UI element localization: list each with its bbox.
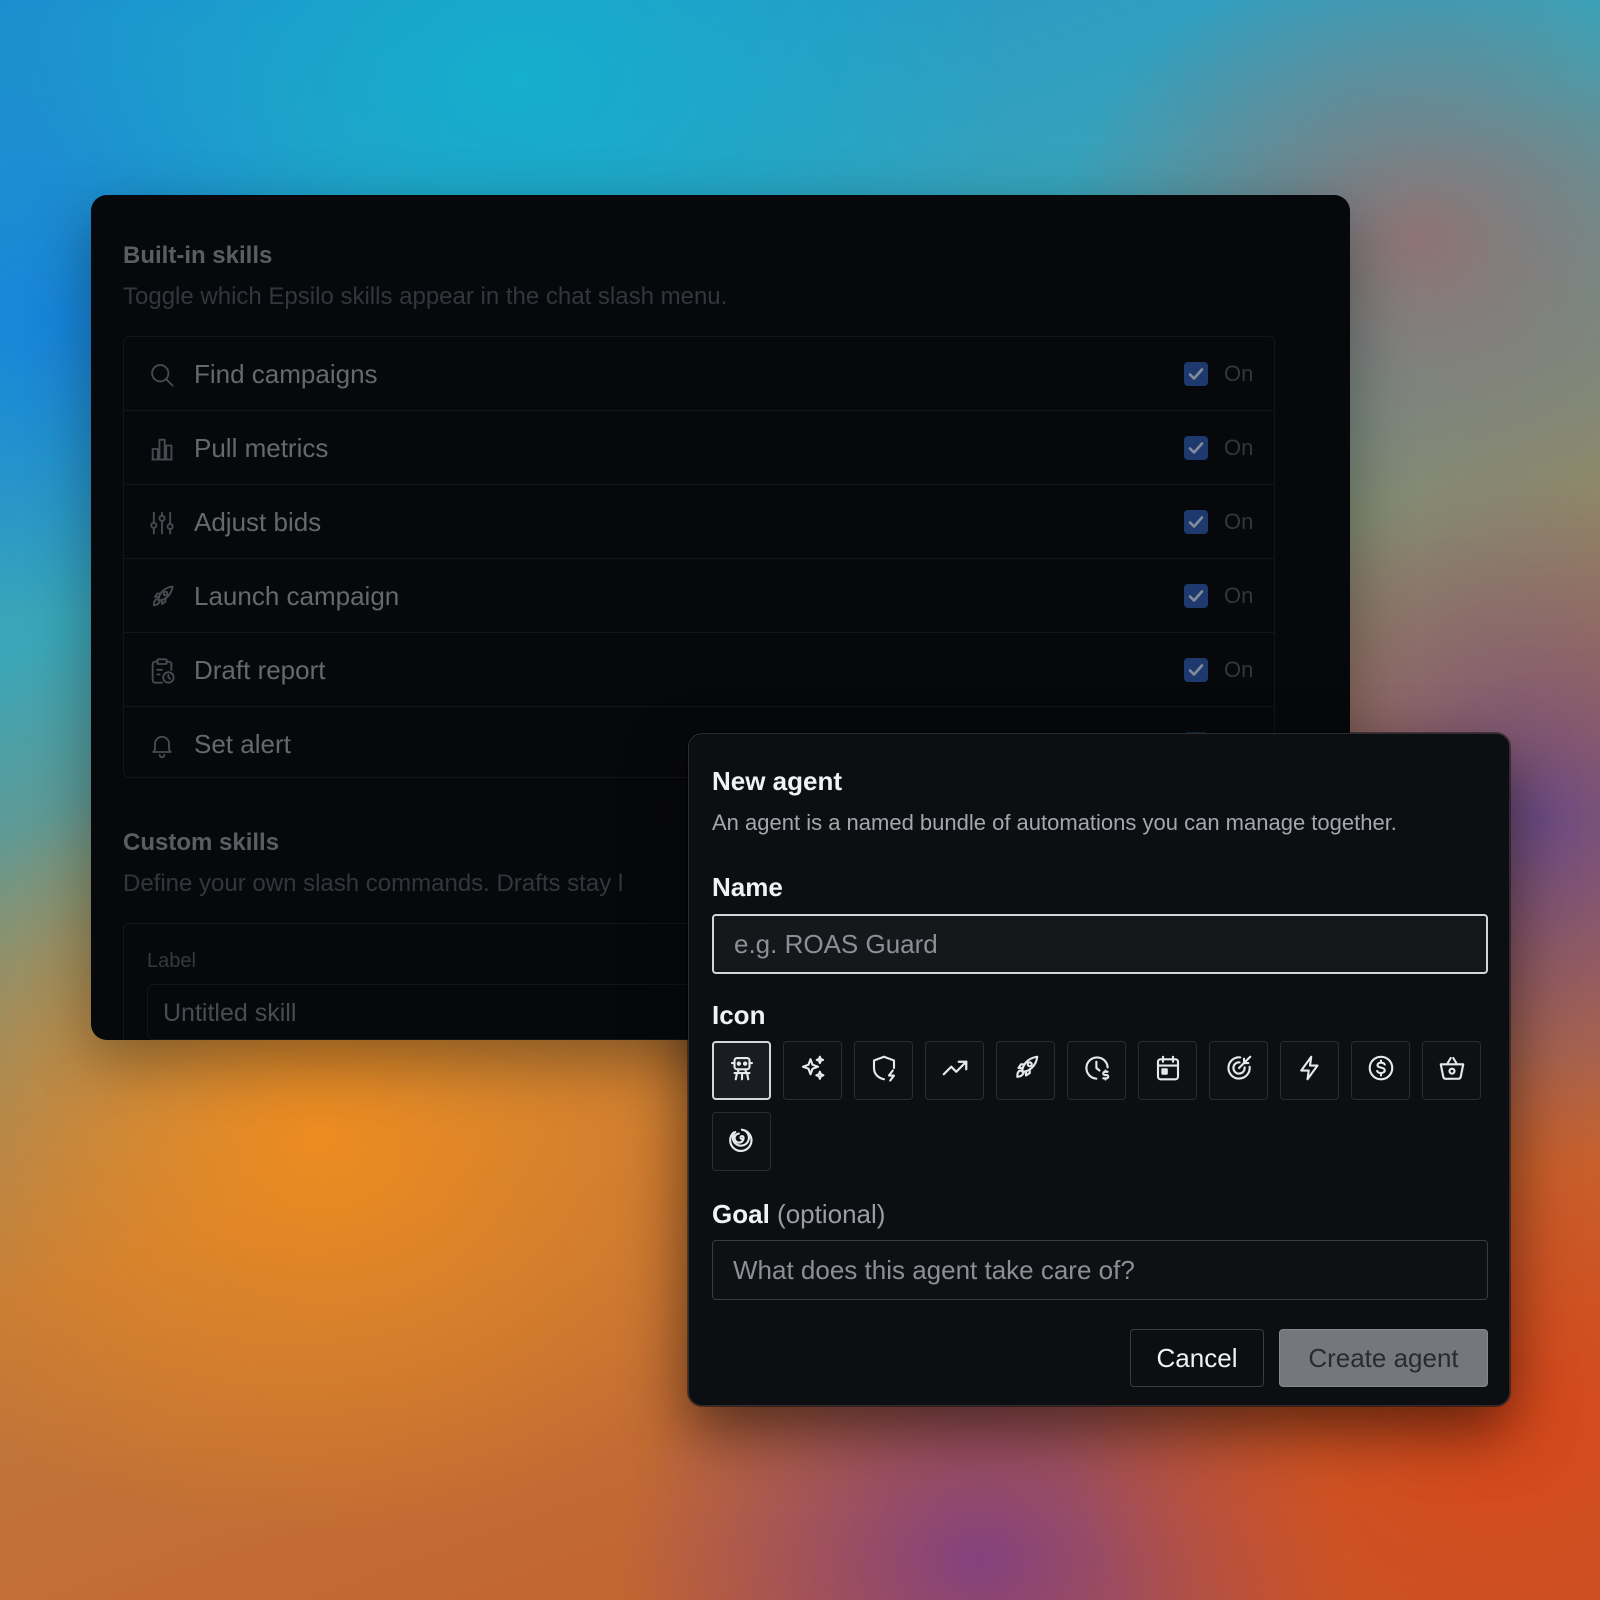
skill-label: Find campaigns (194, 359, 378, 389)
clipboard-clock-icon (148, 657, 176, 685)
builtin-skills-title: Built-in skills (123, 242, 273, 269)
basket-icon (1437, 1053, 1467, 1088)
skill-checkbox[interactable] (1184, 584, 1208, 608)
skill-label: Draft report (194, 655, 326, 685)
custom-skills-description: Define your own slash commands. Drafts s… (123, 870, 624, 897)
icon-option-spiral[interactable] (712, 1112, 771, 1171)
icon-option-bolt[interactable] (1280, 1041, 1339, 1100)
icon-option-target-arrow[interactable] (1209, 1041, 1268, 1100)
skill-row-find-campaigns[interactable]: Find campaigns On (124, 337, 1274, 411)
bell-icon (148, 731, 176, 759)
dialog-description: An agent is a named bundle of automation… (712, 810, 1397, 835)
clock-dollar-icon (1082, 1053, 1112, 1088)
icon-option-basket[interactable] (1422, 1041, 1481, 1100)
rocket-icon (148, 583, 176, 611)
agent-name-input[interactable] (712, 914, 1488, 974)
custom-skills-title: Custom skills (123, 829, 280, 856)
skill-checkbox[interactable] (1184, 510, 1208, 534)
builtin-skills-list: Find campaigns On Pull metrics On Adjust… (123, 336, 1275, 778)
agent-goal-input[interactable] (712, 1240, 1488, 1300)
skill-checkbox[interactable] (1184, 436, 1208, 460)
cancel-button[interactable]: Cancel (1130, 1329, 1264, 1387)
icon-option-clock-dollar[interactable] (1067, 1041, 1126, 1100)
skill-checkbox[interactable] (1184, 658, 1208, 682)
icon-option-shield-bolt[interactable] (854, 1041, 913, 1100)
skill-checkbox[interactable] (1184, 362, 1208, 386)
shield-bolt-icon (869, 1053, 899, 1088)
goal-optional-hint: (optional) (777, 1199, 886, 1229)
icon-option-dollar-circle[interactable] (1351, 1041, 1410, 1100)
bolt-icon (1295, 1053, 1325, 1088)
skill-state: On (1224, 657, 1254, 682)
goal-label: Goal (optional) (712, 1199, 885, 1230)
skill-state: On (1224, 361, 1254, 386)
name-label: Name (712, 872, 783, 902)
spiral-icon (727, 1124, 757, 1159)
sliders-icon (148, 509, 176, 537)
icon-option-rocket[interactable] (996, 1041, 1055, 1100)
trending-up-icon (940, 1053, 970, 1088)
skill-row-launch-campaign[interactable]: Launch campaign On (124, 559, 1274, 633)
dollar-circle-icon (1366, 1053, 1396, 1088)
builtin-skills-description: Toggle which Epsilo skills appear in the… (123, 283, 728, 310)
create-agent-button[interactable]: Create agent (1279, 1329, 1488, 1387)
skill-label: Adjust bids (194, 507, 322, 537)
dialog-title: New agent (712, 766, 843, 796)
skill-state: On (1224, 583, 1254, 608)
skill-state: On (1224, 509, 1254, 534)
icon-option-trending-up[interactable] (925, 1041, 984, 1100)
icon-label: Icon (712, 1000, 766, 1030)
skill-row-adjust-bids[interactable]: Adjust bids On (124, 485, 1274, 559)
skill-label: Launch campaign (194, 581, 400, 611)
skill-state: On (1224, 435, 1254, 460)
goal-label-text: Goal (712, 1199, 770, 1229)
icon-option-sparkles[interactable] (783, 1041, 842, 1100)
sparkles-icon (798, 1053, 828, 1088)
target-arrow-icon (1224, 1053, 1254, 1088)
icon-option-calendar[interactable] (1138, 1041, 1197, 1100)
skill-label: Pull metrics (194, 433, 329, 463)
calendar-icon (1153, 1053, 1183, 1088)
search-icon (148, 361, 176, 389)
skill-label: Set alert (194, 729, 291, 759)
bar-chart-icon (148, 435, 176, 463)
new-agent-dialog: New agent An agent is a named bundle of … (688, 733, 1510, 1406)
robot-icon (727, 1053, 757, 1088)
custom-skill-label-caption: Label (147, 950, 196, 972)
icon-option-robot[interactable] (712, 1041, 771, 1100)
icon-picker (712, 1041, 1502, 1171)
skill-row-draft-report[interactable]: Draft report On (124, 633, 1274, 707)
skill-row-pull-metrics[interactable]: Pull metrics On (124, 411, 1274, 485)
rocket-icon (1011, 1053, 1041, 1088)
